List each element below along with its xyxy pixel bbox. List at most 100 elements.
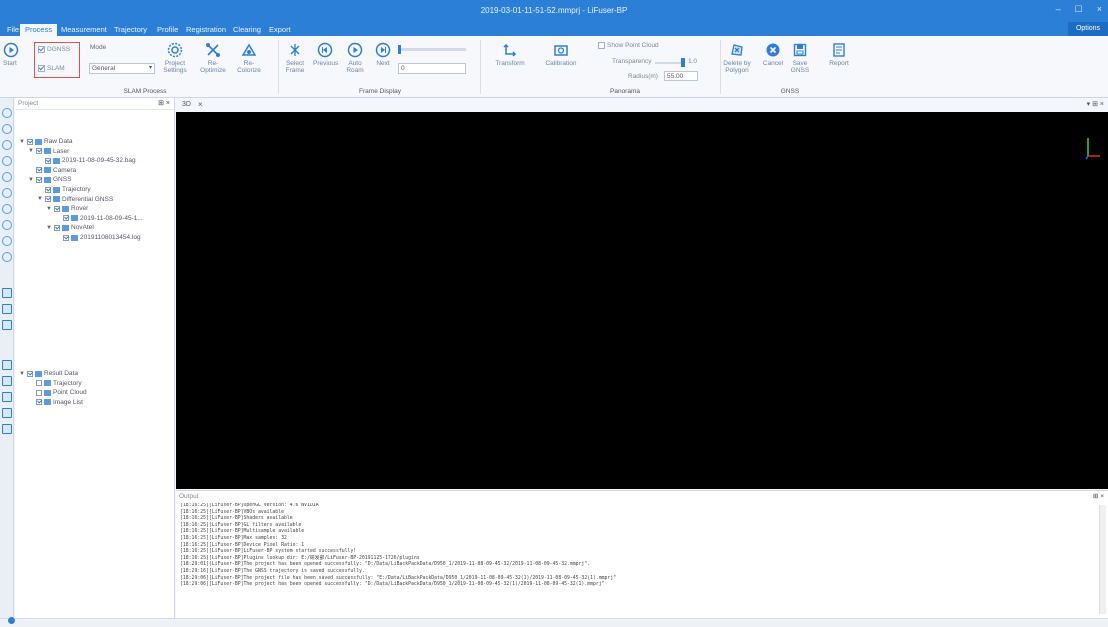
tree-checkbox[interactable] xyxy=(45,196,51,203)
close-button[interactable]: × xyxy=(1097,4,1102,15)
tree-item[interactable]: 2019-11-08-09-45-1... xyxy=(55,215,143,222)
expand-arrow-icon[interactable]: ▼ xyxy=(19,371,25,377)
tool-icon[interactable] xyxy=(2,376,12,386)
next-button[interactable]: Next xyxy=(374,42,392,67)
frame-input[interactable]: 0 xyxy=(398,63,466,74)
re-optimize-button[interactable]: Re-Optimize xyxy=(200,42,226,74)
pin-icon[interactable]: ⊞ × xyxy=(1093,492,1104,500)
checkbox-mark xyxy=(598,42,605,49)
tool-icon[interactable] xyxy=(2,172,12,182)
expand-arrow-icon[interactable]: ▼ xyxy=(46,206,52,212)
expand-arrow-icon[interactable]: ▼ xyxy=(28,177,34,183)
report-button[interactable]: Report xyxy=(828,42,850,67)
tree-checkbox[interactable] xyxy=(36,399,42,406)
tree-checkbox[interactable] xyxy=(27,138,33,145)
maximize-button[interactable]: ☐ xyxy=(1075,4,1083,15)
select-frame-button[interactable]: Select Frame xyxy=(284,42,306,74)
tree-item[interactable]: ▼ Rover xyxy=(46,205,88,212)
expand-arrow-icon[interactable]: ▼ xyxy=(19,139,25,145)
pin-icon[interactable]: ⊞ × xyxy=(158,99,170,107)
tab-close-icon[interactable]: × xyxy=(198,100,203,109)
tree-checkbox[interactable] xyxy=(54,224,60,231)
show-point-cloud-checkbox[interactable]: Show Point Cloud xyxy=(598,42,659,49)
tree-item[interactable]: ▼ Result Data xyxy=(19,370,78,377)
tab-trajectory[interactable]: Trajectory xyxy=(109,24,152,36)
expand-arrow-icon[interactable]: ▼ xyxy=(46,225,52,231)
tool-icon[interactable] xyxy=(2,156,12,166)
tool-icon[interactable] xyxy=(2,320,12,330)
tab-registration[interactable]: Registration xyxy=(181,24,231,36)
tree-checkbox[interactable] xyxy=(63,234,69,241)
tree-item-label: Trajectory xyxy=(53,379,82,387)
tree-checkbox[interactable] xyxy=(36,148,42,155)
tool-icon[interactable] xyxy=(2,408,12,418)
tree-item[interactable]: Point Cloud xyxy=(28,389,87,396)
tool-icon[interactable] xyxy=(2,236,12,246)
cancel-button[interactable]: Cancel xyxy=(762,42,784,67)
tree-checkbox[interactable] xyxy=(36,176,42,183)
tool-icon[interactable] xyxy=(2,360,12,370)
3d-viewport[interactable] xyxy=(176,112,1108,489)
tree-checkbox[interactable] xyxy=(36,167,42,174)
tree-item[interactable]: 20191108013454.log xyxy=(55,234,141,241)
tree-checkbox[interactable] xyxy=(45,186,51,193)
tree-item[interactable]: ▼ NovAtel xyxy=(46,224,94,231)
tab-export[interactable]: Export xyxy=(264,24,296,36)
tree-item[interactable]: ▼ Laser xyxy=(28,148,69,155)
delete-by-polygon-button[interactable]: Delete by Polygon xyxy=(722,42,752,74)
output-scrollbar[interactable] xyxy=(1099,505,1106,614)
tool-icon[interactable] xyxy=(2,304,12,314)
expand-arrow-icon[interactable]: ▼ xyxy=(28,148,34,154)
project-settings-button[interactable]: Project Settings xyxy=(162,42,188,74)
tree-checkbox[interactable] xyxy=(27,370,33,377)
tree-item[interactable]: Trajectory xyxy=(37,186,91,193)
options-button[interactable]: Options xyxy=(1068,22,1108,36)
transform-button[interactable]: Transform xyxy=(494,42,526,67)
tool-icon[interactable] xyxy=(2,252,12,262)
project-settings-label: Project Settings xyxy=(163,60,187,74)
log-line: [18:29:16][LiFuser-BP]The GNSS trajector… xyxy=(180,568,365,574)
tool-icon[interactable] xyxy=(2,204,12,214)
slider-thumb[interactable] xyxy=(398,45,401,54)
previous-button[interactable]: Previous xyxy=(313,42,338,67)
tree-checkbox[interactable] xyxy=(36,380,42,387)
tab-profile[interactable]: Profile xyxy=(152,24,183,36)
tool-icon[interactable] xyxy=(2,392,12,402)
re-colorize-button[interactable]: Re-Colorize xyxy=(236,42,262,74)
tool-icon[interactable] xyxy=(2,288,12,298)
auto-roam-button[interactable]: Auto Roam xyxy=(345,42,365,74)
tool-icon[interactable] xyxy=(2,424,12,434)
mode-select[interactable]: General ▾ xyxy=(89,63,155,74)
tree-checkbox[interactable] xyxy=(54,205,60,212)
expand-arrow-icon[interactable]: ▼ xyxy=(37,196,43,202)
panel-pin-icon[interactable]: ▾ ⊞ × xyxy=(1087,100,1104,108)
tab-measurement[interactable]: Measurement xyxy=(56,24,112,36)
tool-icon[interactable] xyxy=(2,220,12,230)
frame-slider[interactable] xyxy=(398,45,466,54)
tool-icon[interactable] xyxy=(2,124,12,134)
radius-input[interactable]: 55.00 xyxy=(664,71,698,81)
tree-item[interactable]: ▼ GNSS xyxy=(28,176,71,183)
tree-item[interactable]: ▼ Raw Data xyxy=(19,138,73,145)
log-line: [18:16:25][LiFuser-BP]VBOs available xyxy=(180,509,284,515)
tool-icon[interactable] xyxy=(2,140,12,150)
transparency-slider[interactable] xyxy=(655,58,685,67)
minimize-button[interactable]: – xyxy=(1056,4,1061,15)
calibration-button[interactable]: Calibration xyxy=(544,42,578,67)
tree-item[interactable]: 2019-11-08-09-45-32.bag xyxy=(37,157,136,164)
slider-thumb[interactable] xyxy=(681,58,685,67)
tab-clearing[interactable]: Clearing xyxy=(228,24,266,36)
tree-item[interactable]: ▼ Differential GNSS xyxy=(37,196,113,203)
tool-icon[interactable] xyxy=(2,188,12,198)
tree-item[interactable]: Image List xyxy=(28,399,83,406)
tree-checkbox[interactable] xyxy=(63,215,69,222)
tool-icon[interactable] xyxy=(2,108,12,118)
tab-process[interactable]: Process xyxy=(20,24,58,36)
save-gnss-button[interactable]: Save GNSS xyxy=(790,42,810,74)
tree-checkbox[interactable] xyxy=(36,389,42,396)
tab-3d[interactable]: 3D xyxy=(182,101,191,108)
tree-item[interactable]: Trajectory xyxy=(28,380,82,387)
tree-checkbox[interactable] xyxy=(45,157,51,164)
tree-item[interactable]: Camera xyxy=(28,167,76,174)
start-button[interactable]: Start xyxy=(3,42,19,67)
